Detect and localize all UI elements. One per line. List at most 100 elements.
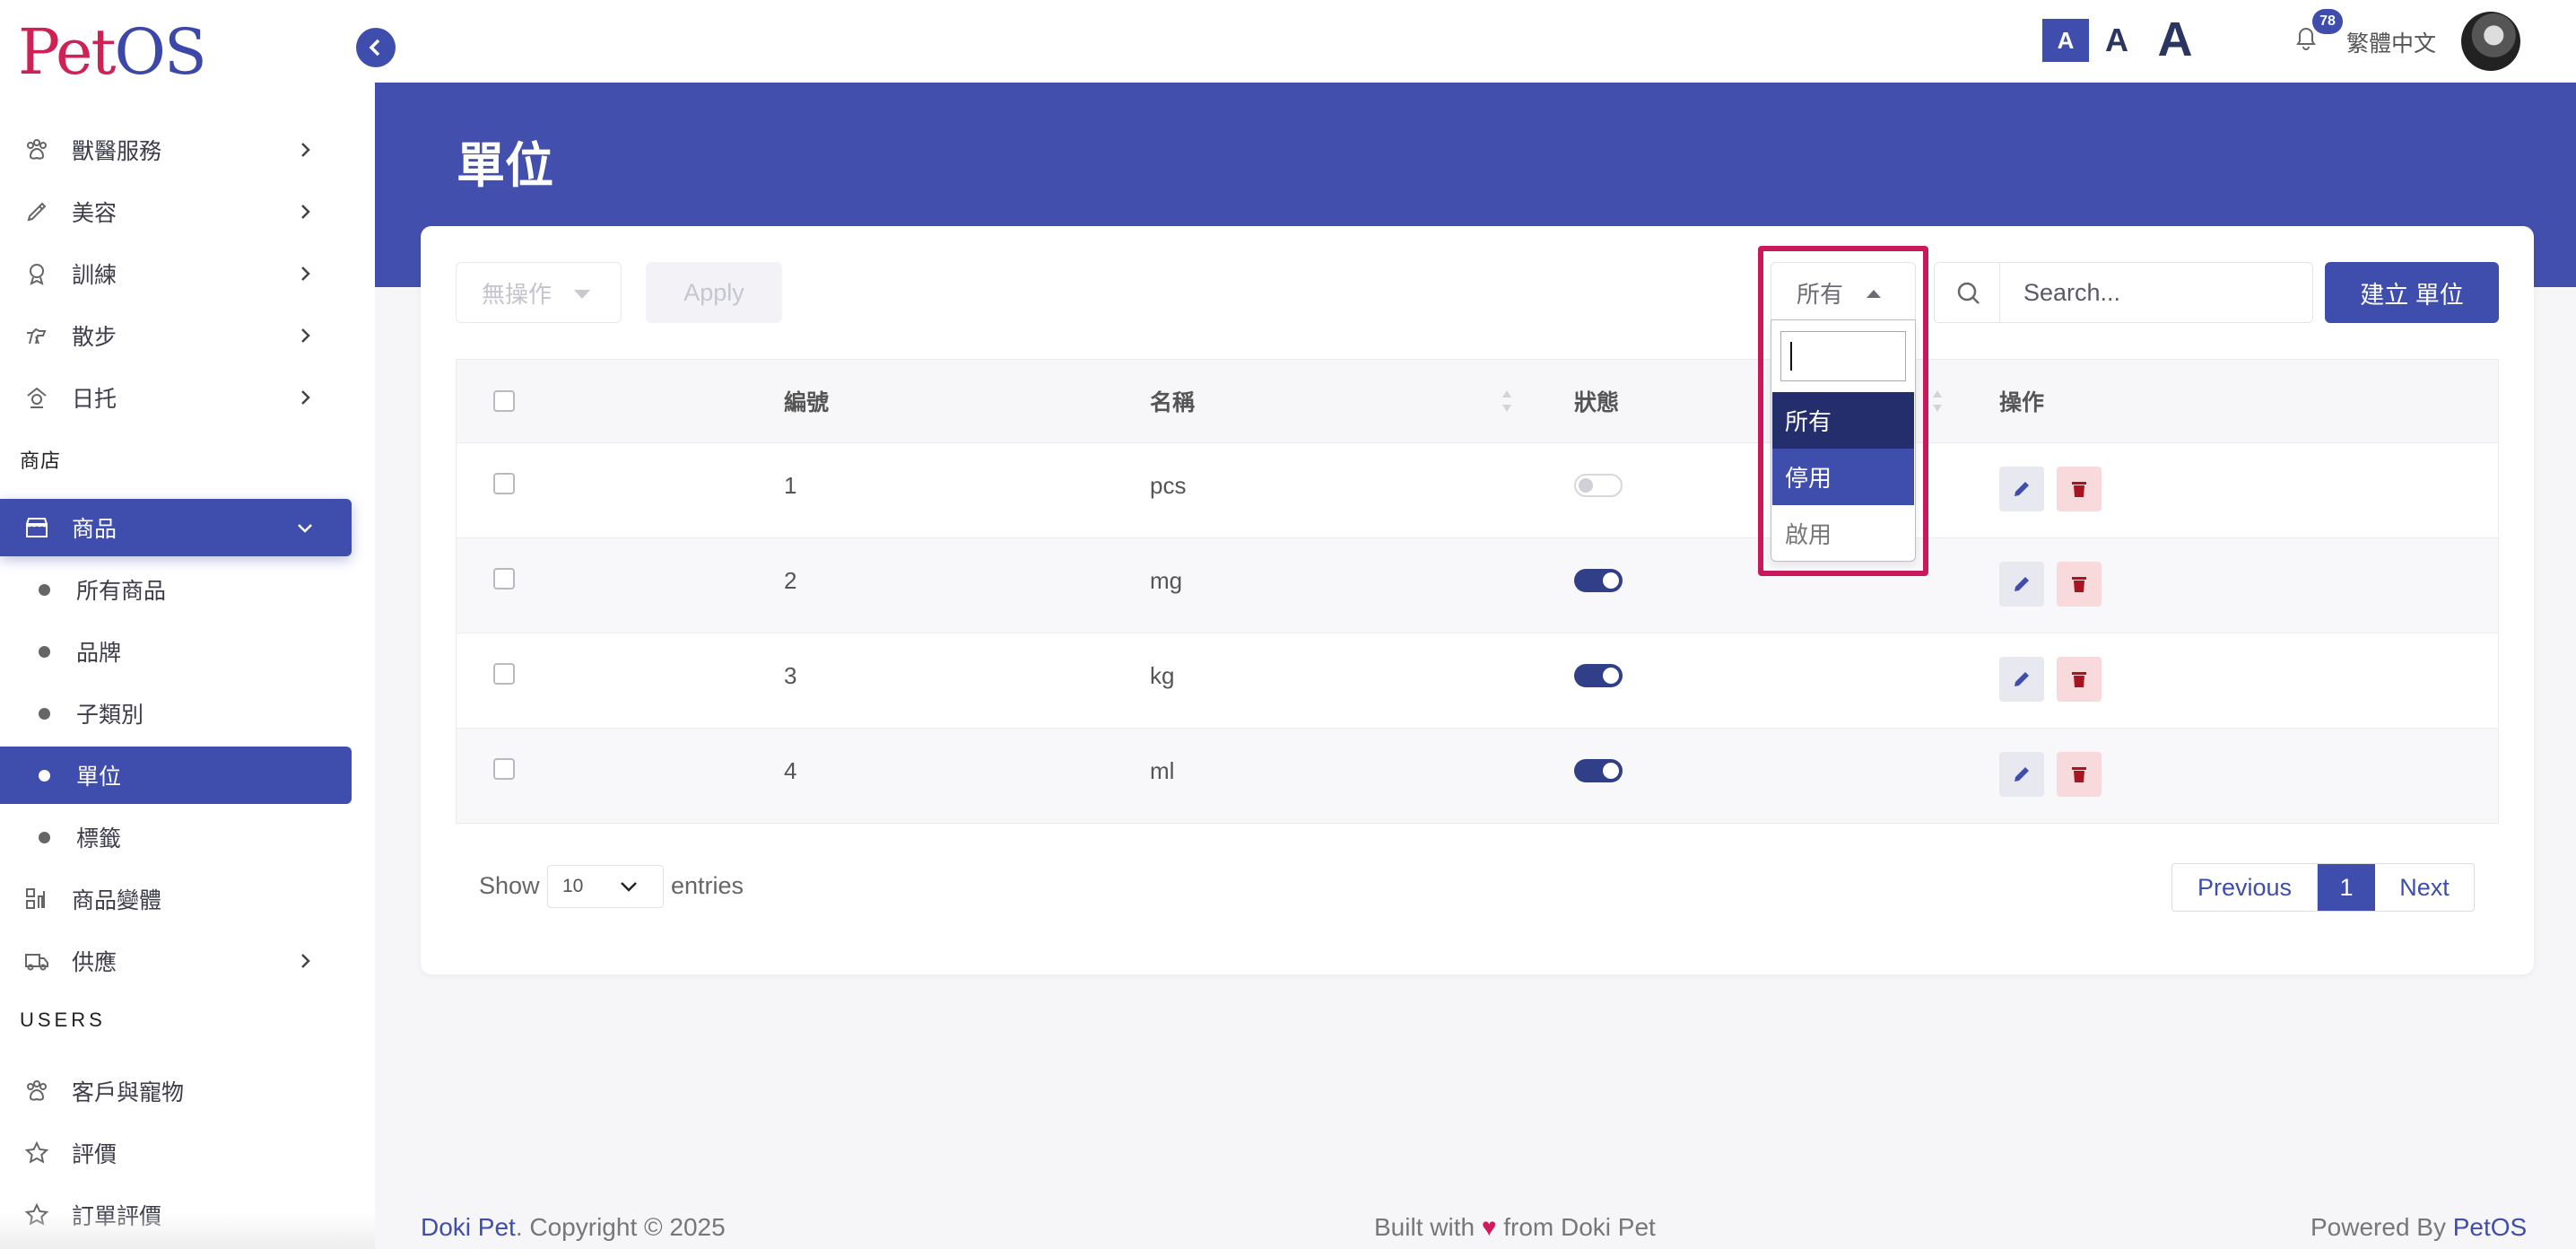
sidebar-subitem-label: 所有商品 <box>76 579 167 604</box>
apply-button[interactable]: Apply <box>646 262 782 323</box>
chevron-down-icon <box>298 524 312 533</box>
row-checkbox[interactable] <box>493 568 515 590</box>
row-id: 4 <box>784 756 797 784</box>
sidebar-item-vet[interactable]: 獸醫服務 <box>0 121 352 179</box>
sidebar-item-daycare[interactable]: 日托 <box>0 369 352 426</box>
row-checkbox[interactable] <box>493 663 515 685</box>
page-size-select[interactable]: 10 <box>547 865 664 908</box>
sidebar-item-walking[interactable]: 散步 <box>0 307 352 364</box>
sidebar-item-grooming[interactable]: 美容 <box>0 183 352 240</box>
pencil-icon <box>2015 672 2029 686</box>
text-cursor <box>1790 342 1792 371</box>
sidebar-item-label: 獸醫服務 <box>72 139 162 164</box>
page-title: 單位 <box>457 139 553 193</box>
avatar[interactable] <box>2461 12 2520 71</box>
column-header-actions: 操作 <box>1999 390 2045 415</box>
sidebar-item-training[interactable]: 訓練 <box>0 245 352 302</box>
sidebar-item-variants[interactable]: 商品變體 <box>0 870 352 928</box>
sidebar-subitem-subcategories[interactable]: 子類別 <box>0 685 352 742</box>
chevron-right-icon <box>301 390 310 405</box>
delete-button[interactable] <box>2057 562 2102 607</box>
column-header-status[interactable]: 狀態 <box>1574 360 1619 442</box>
sidebar-item-label: 供應 <box>72 950 117 975</box>
topbar <box>375 0 2576 83</box>
edit-button[interactable] <box>1999 657 2044 702</box>
status-toggle[interactable] <box>1574 664 1623 687</box>
edit-button[interactable] <box>1999 467 2044 511</box>
dropdown-option-enabled[interactable]: 啟用 <box>1772 505 1914 562</box>
status-toggle[interactable] <box>1574 569 1623 592</box>
paw-icon <box>27 1080 47 1101</box>
dropdown-search-input[interactable] <box>1780 331 1906 381</box>
status-toggle[interactable] <box>1574 474 1623 497</box>
footer-petos-link[interactable]: PetOS <box>2453 1213 2527 1241</box>
delete-button[interactable] <box>2057 752 2102 797</box>
table-row: 4 ml <box>457 728 2498 823</box>
sidebar-item-label: 日托 <box>72 387 117 412</box>
sort-icon[interactable] <box>1931 389 1944 414</box>
column-header-id[interactable]: 編號 <box>784 360 829 442</box>
next-page-button[interactable]: Next <box>2375 864 2474 911</box>
sort-icon[interactable] <box>1501 389 1513 414</box>
previous-page-button[interactable]: Previous <box>2172 864 2318 911</box>
table-row: 3 kg <box>457 633 2498 728</box>
pencil-icon <box>2015 482 2029 496</box>
edit-button[interactable] <box>1999 562 2044 607</box>
chevron-down-icon <box>621 882 637 892</box>
sidebar-item-supply[interactable]: 供應 <box>0 932 352 990</box>
column-header-name[interactable]: 名稱 <box>1150 360 1195 442</box>
sidebar-item-label: 客戶與寵物 <box>72 1080 185 1105</box>
sidebar-subitem-all-products[interactable]: 所有商品 <box>0 561 352 618</box>
footer-powered-text: Powered By <box>2311 1213 2453 1241</box>
language-switcher[interactable]: 繁體中文 <box>2346 26 2436 58</box>
bulk-action-value: 無操作 <box>482 280 553 308</box>
variants-icon <box>26 888 45 909</box>
sidebar-item-label: 商品變體 <box>72 888 162 913</box>
current-page-button[interactable]: 1 <box>2318 864 2375 911</box>
edit-button[interactable] <box>1999 752 2044 797</box>
pencil-icon <box>2015 577 2029 591</box>
sidebar-item-label: 美容 <box>72 201 117 226</box>
sidebar-item-reviews[interactable]: 評價 <box>0 1124 352 1182</box>
caret-down-icon <box>574 290 590 299</box>
bulk-action-select[interactable]: 無操作 <box>456 262 622 323</box>
row-id: 2 <box>784 566 797 594</box>
chevron-right-icon <box>301 328 310 343</box>
create-unit-button[interactable]: 建立 單位 <box>2325 262 2499 323</box>
sidebar-item-label: 評價 <box>72 1142 117 1167</box>
page-size-value: 10 <box>562 876 584 896</box>
pencil-icon <box>2015 767 2029 782</box>
font-size-large-button[interactable]: A <box>2149 12 2201 67</box>
section-label-shop: 商店 <box>20 450 62 472</box>
status-filter-select[interactable]: 所有 <box>1771 262 1916 323</box>
sidebar-subitem-brands[interactable]: 品牌 <box>0 623 352 680</box>
paw-icon <box>27 139 47 160</box>
status-toggle[interactable] <box>1574 759 1623 782</box>
sidebar-subitem-label: 單位 <box>76 764 122 790</box>
sidebar-subitem-tags[interactable]: 標籤 <box>0 808 352 866</box>
footer-brand-link[interactable]: Doki Pet <box>421 1213 516 1241</box>
sidebar-subitem-label: 標籤 <box>76 826 122 852</box>
bullet-icon <box>39 831 50 843</box>
dropdown-option-all[interactable]: 所有 <box>1772 392 1914 449</box>
units-table: 編號 名稱 狀態 操作 1 pcs 2 mg 3 kg 4 ml <box>456 359 2499 824</box>
sidebar-subitem-units[interactable]: 單位 <box>0 747 352 804</box>
delete-button[interactable] <box>2057 657 2102 702</box>
font-size-medium-button[interactable]: A <box>2097 19 2137 62</box>
chevron-right-icon <box>301 143 310 157</box>
dropdown-option-disabled[interactable]: 停用 <box>1772 449 1914 505</box>
select-all-checkbox[interactable] <box>493 390 515 412</box>
collapse-sidebar-button[interactable] <box>356 28 396 67</box>
row-checkbox[interactable] <box>493 473 515 494</box>
heart-icon: ♥ <box>1481 1213 1497 1241</box>
row-name: kg <box>1150 661 1175 689</box>
row-checkbox[interactable] <box>493 758 515 780</box>
trash-icon <box>2072 482 2086 497</box>
search-input[interactable] <box>1999 262 2313 323</box>
font-size-small-button[interactable]: A <box>2042 19 2089 62</box>
sidebar-item-customers-pets[interactable]: 客戶與寵物 <box>0 1062 352 1120</box>
sidebar-item-products[interactable]: 商品 <box>0 499 352 556</box>
petos-logo[interactable]: PetOS <box>18 16 207 88</box>
footer-copyright-text: . Copyright © 2025 <box>515 1213 726 1241</box>
delete-button[interactable] <box>2057 467 2102 511</box>
